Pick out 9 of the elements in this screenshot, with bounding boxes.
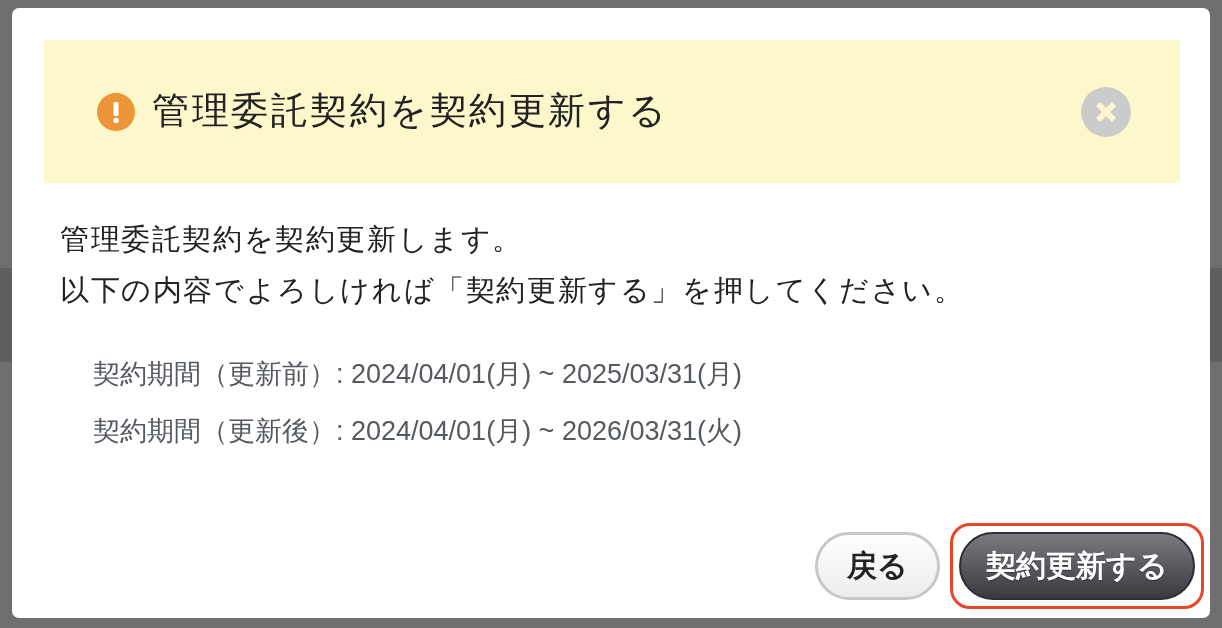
- message-text: 管理委託契約を契約更新します。: [60, 222, 523, 257]
- warning-icon: [97, 92, 135, 131]
- back-button[interactable]: 戻る: [815, 532, 940, 600]
- contract-period-text: 契約期間（更新後）: 2024/04/01(月) ~ 2026/03/31(火): [93, 415, 742, 448]
- message-text: 以下の内容でよろしければ「契約更新する」を押してください。: [60, 273, 965, 308]
- dialog-title: 管理委託契約を契約更新する: [152, 89, 670, 134]
- confirm-button[interactable]: 契約更新する: [959, 532, 1195, 600]
- close-icon[interactable]: [1081, 86, 1131, 137]
- contract-period-text: 契約期間（更新前）: 2024/04/01(月) ~ 2025/03/31(月): [93, 358, 742, 391]
